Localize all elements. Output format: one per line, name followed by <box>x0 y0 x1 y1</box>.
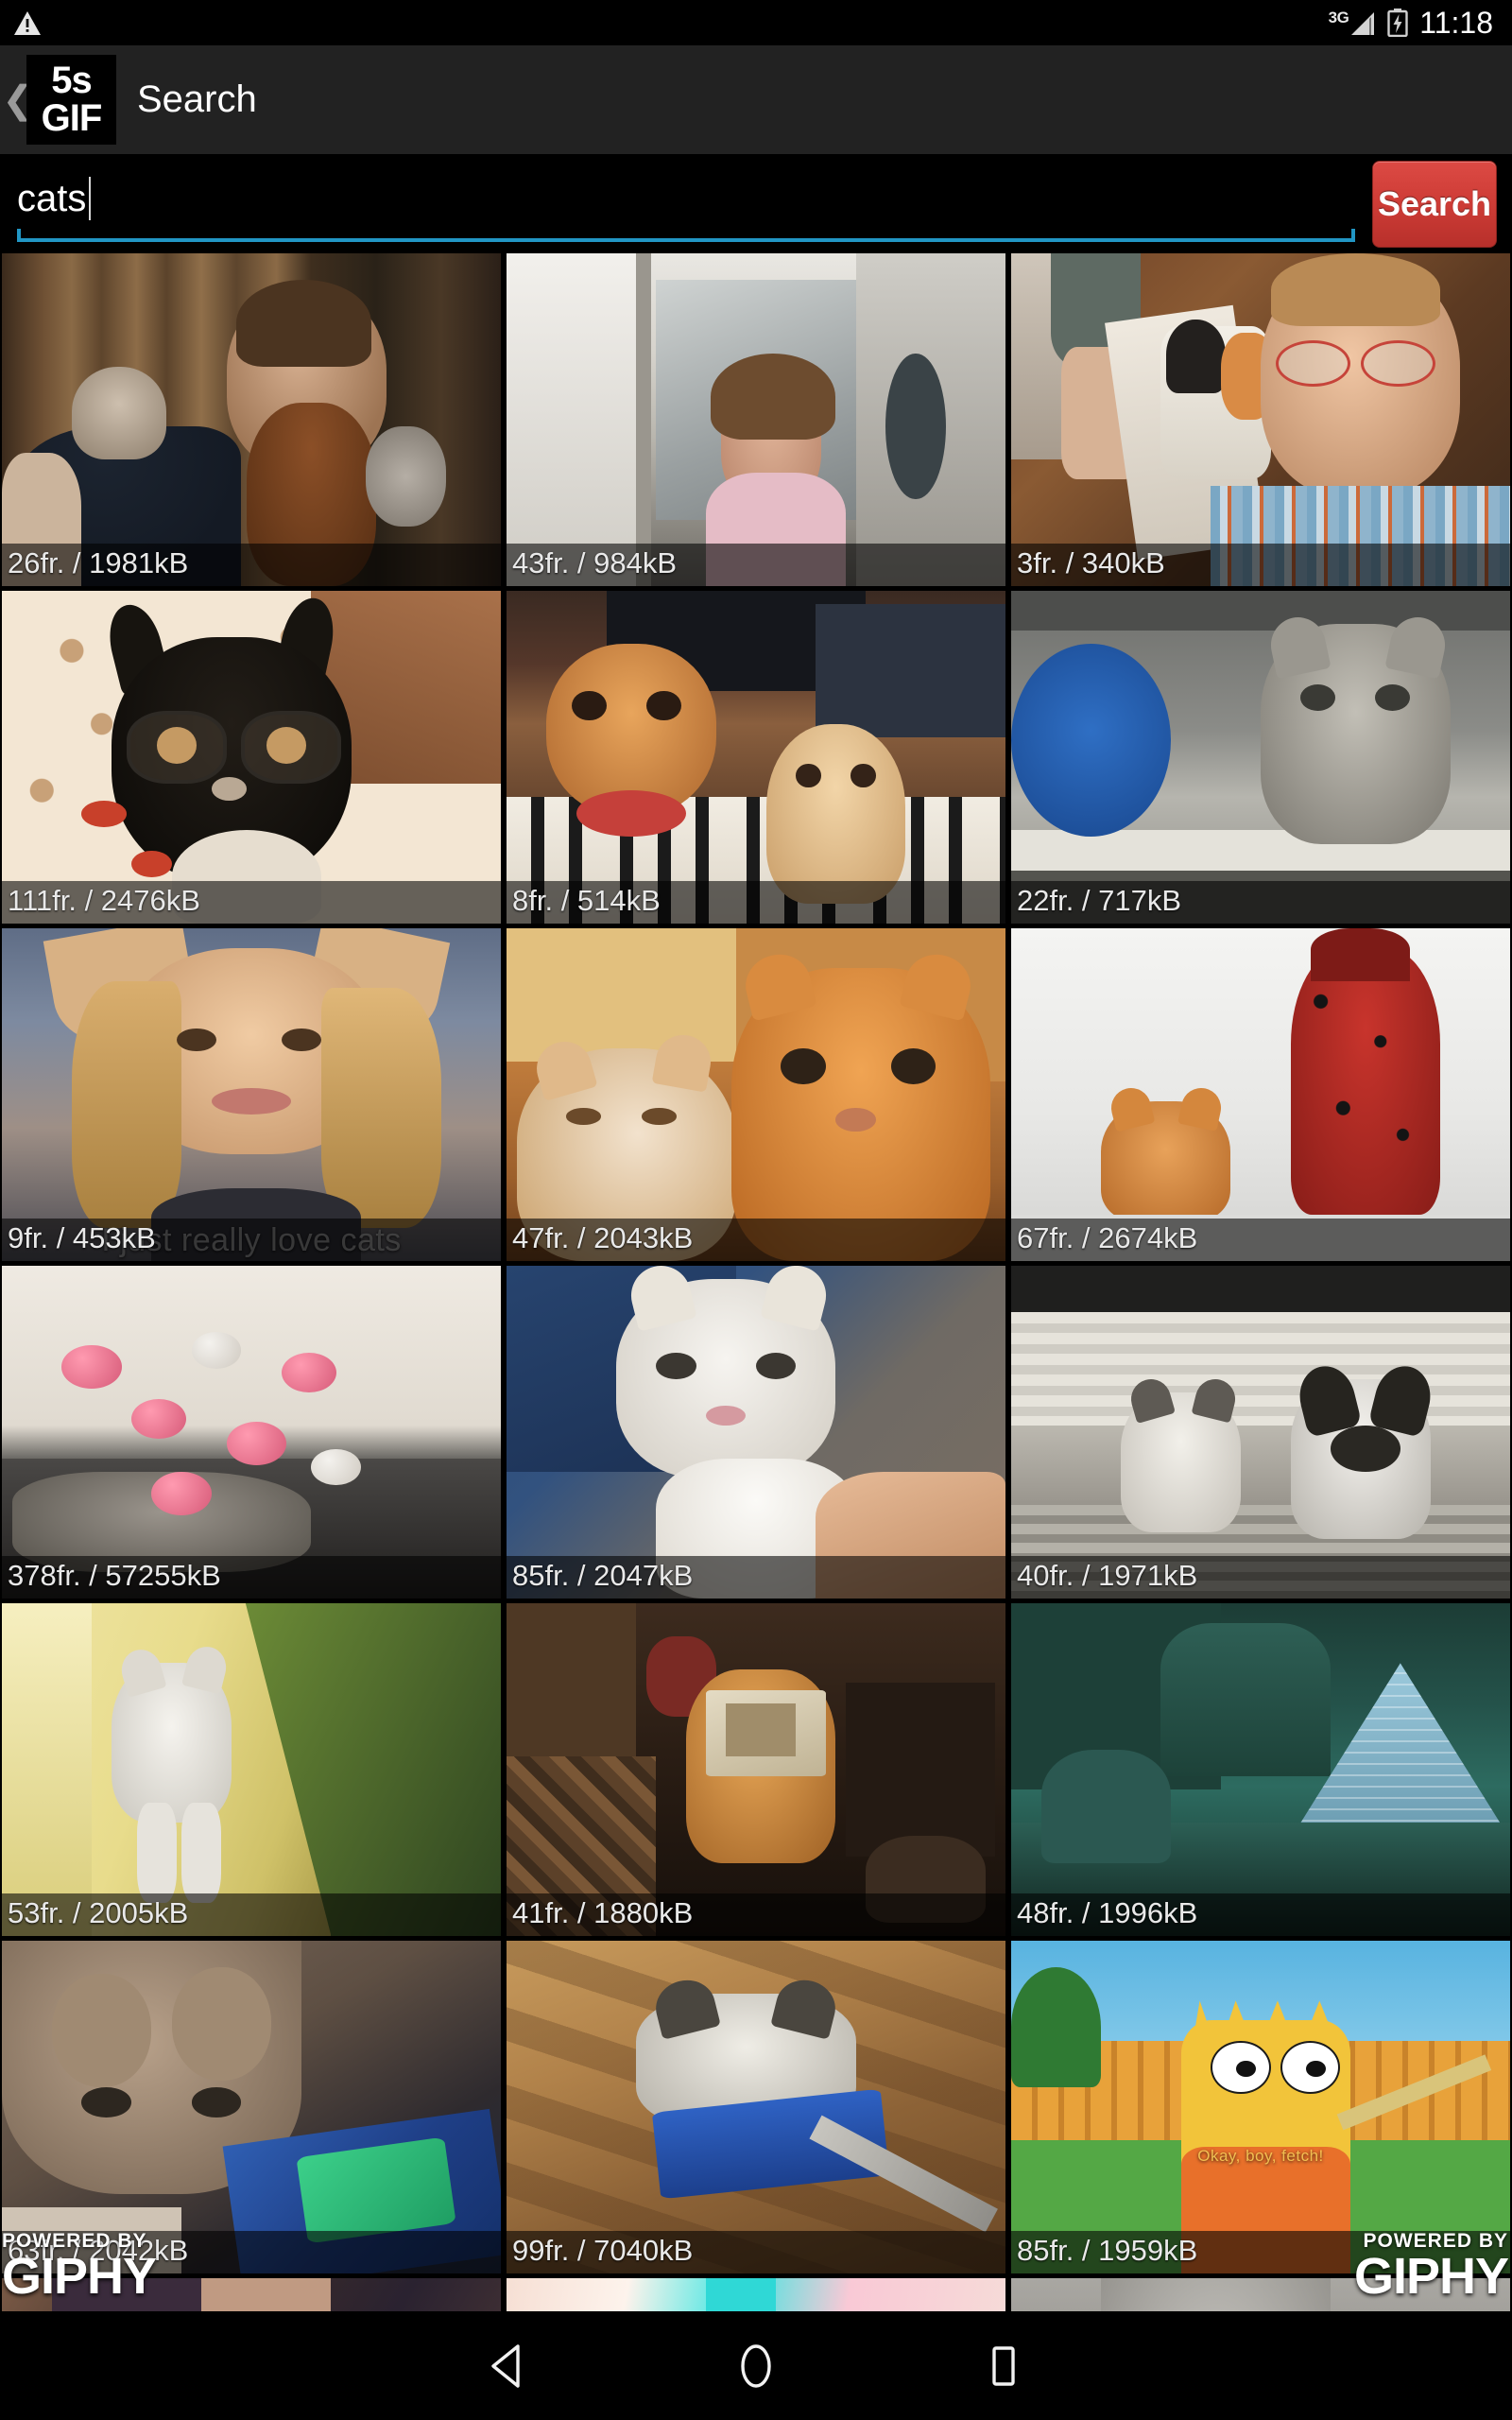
warning-triangle-icon <box>13 10 42 36</box>
gif-result-cell[interactable]: 48fr. / 1996kB <box>1011 1603 1510 1936</box>
search-input-row: cats <box>17 163 1359 234</box>
gif-result-cell[interactable]: 40fr. / 1971kB <box>1011 1266 1510 1599</box>
gif-thumbnail <box>507 253 1005 586</box>
gif-meta-caption: 378fr. / 57255kB <box>2 1556 501 1599</box>
results-grid-area[interactable]: 26fr. / 1981kB 43fr. / 984kB 3fr. / 340k… <box>0 253 1512 2311</box>
gif-meta-caption: 85fr. / 2047kB <box>507 1556 1005 1599</box>
gif-result-cell[interactable] <box>507 2278 1005 2311</box>
search-bar: cats Search <box>0 154 1512 253</box>
results-grid: 26fr. / 1981kB 43fr. / 984kB 3fr. / 340k… <box>0 253 1512 2311</box>
gif-result-cell[interactable]: 26fr. / 1981kB <box>2 253 501 586</box>
gif-thumbnail <box>1011 1941 1510 2273</box>
network-type-label: 3G <box>1328 8 1349 26</box>
search-input[interactable]: cats <box>17 163 1359 246</box>
signal-bars-icon: 3G <box>1329 9 1377 37</box>
gif-result-cell[interactable]: 53fr. / 2005kB <box>2 1603 501 1936</box>
gif-result-cell[interactable]: 43fr. / 984kB <box>507 253 1005 586</box>
gif-result-cell[interactable]: 63fr. / 2042kB <box>2 1941 501 2273</box>
gif-result-cell[interactable]: 41fr. / 1880kB <box>507 1603 1005 1936</box>
gif-thumbnail <box>2 928 501 1261</box>
gif-thumbnail <box>507 2278 1005 2311</box>
gif-result-cell[interactable] <box>1011 2278 1510 2311</box>
gif-result-cell[interactable] <box>2 2278 501 2311</box>
gif-result-cell[interactable]: 3fr. / 340kB <box>1011 253 1510 586</box>
gif-meta-caption: 53fr. / 2005kB <box>2 1893 501 1936</box>
search-input-value: cats <box>17 177 87 219</box>
gif-thumbnail <box>507 1941 1005 2273</box>
search-input-underline <box>17 228 1355 242</box>
gif-meta-caption: 26fr. / 1981kB <box>2 544 501 586</box>
search-button[interactable]: Search <box>1372 160 1497 248</box>
gif-thumbnail <box>2 1266 501 1599</box>
nav-home-button[interactable] <box>722 2332 790 2400</box>
gif-thumbnail <box>1011 1266 1510 1599</box>
status-bar-right: 3G 11:18 <box>1329 8 1493 38</box>
gif-result-cell[interactable]: 8fr. / 514kB <box>507 591 1005 924</box>
app-header: ❮ 5s GIF Search <box>0 45 1512 154</box>
text-caret <box>89 176 92 220</box>
gif-meta-caption: 3fr. / 340kB <box>1011 544 1510 586</box>
gif-result-cell[interactable]: Okay, boy, fetch! 85fr. / 1959kB <box>1011 1941 1510 2273</box>
gif-meta-caption: 85fr. / 1959kB <box>1011 2231 1510 2273</box>
android-nav-bar <box>0 2311 1512 2420</box>
gif-meta-caption: 111fr. / 2476kB <box>2 881 501 924</box>
gif-thumbnail <box>1011 253 1510 586</box>
app-logo-line1: 5s <box>51 60 92 102</box>
gif-meta-caption: 48fr. / 1996kB <box>1011 1893 1510 1936</box>
gif-meta-caption: 67fr. / 2674kB <box>1011 1219 1510 1261</box>
gif-meta-caption: 41fr. / 1880kB <box>507 1893 1005 1936</box>
status-bar-left <box>13 10 42 36</box>
gif-result-cell[interactable]: 99fr. / 7040kB <box>507 1941 1005 2273</box>
gif-thumbnail <box>2 1941 501 2273</box>
gif-thumbnail <box>1011 2278 1510 2311</box>
gif-meta-caption: 99fr. / 7040kB <box>507 2231 1005 2273</box>
gif-thumbnail <box>2 2278 501 2311</box>
gif-meta-caption: 40fr. / 1971kB <box>1011 1556 1510 1599</box>
gif-thumbnail <box>507 591 1005 924</box>
app-logo-line2: GIF <box>41 96 103 139</box>
gif-thumbnail <box>2 1603 501 1936</box>
gif-meta-caption: 47fr. / 2043kB <box>507 1219 1005 1261</box>
page-title: Search <box>137 78 257 120</box>
status-bar-clock: 11:18 <box>1419 6 1493 40</box>
gif-thumbnail <box>1011 591 1510 924</box>
nav-recents-button[interactable] <box>970 2332 1038 2400</box>
gif-result-cell[interactable]: 111fr. / 2476kB <box>2 591 501 924</box>
gif-result-cell[interactable]: 47fr. / 2043kB <box>507 928 1005 1261</box>
app-logo[interactable]: 5s GIF <box>26 55 116 145</box>
gif-result-cell[interactable]: 22fr. / 717kB <box>1011 591 1510 924</box>
gif-thumbnail <box>507 928 1005 1261</box>
gif-thumbnail <box>1011 1603 1510 1936</box>
gif-result-cell[interactable]: 85fr. / 2047kB <box>507 1266 1005 1599</box>
gif-result-cell[interactable]: 67fr. / 2674kB <box>1011 928 1510 1261</box>
gif-meta-caption: 8fr. / 514kB <box>507 881 1005 924</box>
gif-thumbnail <box>1011 928 1510 1261</box>
gif-meta-caption: 63fr. / 2042kB <box>2 2231 501 2273</box>
gif-thumbnail <box>2 253 501 586</box>
battery-charging-icon <box>1387 9 1408 38</box>
status-bar: 3G 11:18 <box>0 0 1512 45</box>
gif-thumbnail <box>507 1266 1005 1599</box>
gif-result-cell[interactable]: I just really love cats9fr. / 453kB <box>2 928 501 1261</box>
gif-meta-caption: 22fr. / 717kB <box>1011 881 1510 924</box>
gif-thumbnail <box>2 591 501 924</box>
gif-meta-caption: 43fr. / 984kB <box>507 544 1005 586</box>
app-screen: 3G 11:18 ❮ 5s GIF Search cats Search 26f… <box>0 0 1512 2420</box>
gif-thumbnail <box>507 1603 1005 1936</box>
gif-result-cell[interactable]: 378fr. / 57255kB <box>2 1266 501 1599</box>
nav-back-button[interactable] <box>474 2332 542 2400</box>
gif-meta-caption: 9fr. / 453kB <box>2 1219 501 1261</box>
